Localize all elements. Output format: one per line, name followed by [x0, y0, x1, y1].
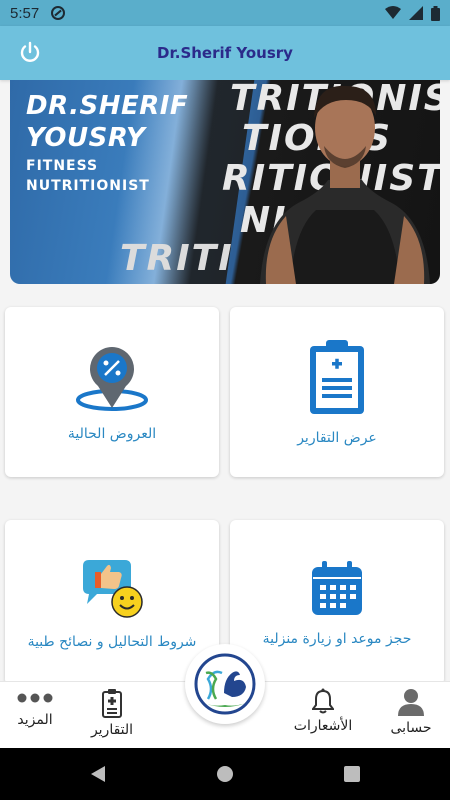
medical-tips-label: شروط التحاليل و نصائح طبية	[27, 633, 197, 650]
view-reports-card[interactable]: عرض التقارير	[230, 307, 444, 477]
status-time: 5:57	[10, 4, 40, 22]
power-icon[interactable]	[18, 41, 42, 65]
banner-subtitle-line2: NUTRITIONIST	[26, 178, 150, 194]
home-icon[interactable]	[216, 765, 234, 783]
signal-icon	[409, 6, 423, 20]
promo-banner: TRITIONIST TIONIS RITIONIST NIS TRITI DR…	[10, 80, 440, 284]
nav-more[interactable]: المزيد	[12, 688, 58, 728]
nav-more-label: المزيد	[17, 712, 53, 728]
person-icon	[398, 689, 424, 716]
nav-notifications-label: الأشعارات	[293, 718, 353, 734]
system-navigation-bar	[0, 748, 450, 800]
book-appointment-card[interactable]: حجز موعد او زيارة منزلية	[230, 520, 444, 685]
banner-name-line1: DR.SHERIF	[26, 91, 189, 121]
nav-reports-label: التقارير	[90, 722, 134, 738]
banner-name-line2: YOUSRY	[26, 123, 146, 153]
clipboard-icon	[310, 340, 364, 414]
home-logo-button[interactable]	[185, 644, 265, 724]
calendar-icon	[312, 560, 362, 615]
banner-subtitle-line1: FITNESS	[26, 158, 99, 174]
banner-bg-word: TRITI	[120, 238, 234, 279]
status-icons	[385, 5, 440, 21]
battery-icon	[431, 5, 440, 21]
data-saver-icon	[51, 6, 66, 20]
bell-icon	[312, 688, 334, 714]
back-icon[interactable]	[90, 765, 106, 783]
current-offers-label: العروض الحالية	[67, 426, 157, 442]
thumbs-up-chat-icon	[83, 559, 143, 618]
recents-icon[interactable]	[344, 766, 360, 782]
status-bar: 5:57	[0, 0, 450, 26]
clipboard-icon	[102, 689, 122, 718]
banner-subtitle: FITNESS NUTRITIONIST	[26, 156, 150, 196]
app-bar: Dr.Sherif Yousry	[0, 26, 450, 80]
dna-muscle-logo-icon	[194, 653, 256, 715]
app-title: Dr.Sherif Yousry	[157, 44, 293, 62]
nav-account[interactable]: حسابى	[388, 688, 434, 736]
nav-notifications[interactable]: الأشعارات	[290, 688, 356, 734]
wifi-icon	[385, 6, 401, 19]
nav-account-label: حسابى	[390, 720, 432, 736]
more-dots-icon	[17, 693, 53, 703]
trainer-photo	[260, 85, 430, 284]
view-reports-label: عرض التقارير	[297, 430, 377, 446]
nav-reports[interactable]: التقارير	[84, 688, 140, 738]
medical-tips-card[interactable]: شروط التحاليل و نصائح طبية	[5, 520, 219, 685]
book-appointment-label: حجز موعد او زيارة منزلية	[262, 630, 412, 647]
current-offers-card[interactable]: العروض الحالية	[5, 307, 219, 477]
banner-name: DR.SHERIF YOUSRY	[26, 90, 188, 154]
discount-pin-icon	[76, 347, 148, 411]
